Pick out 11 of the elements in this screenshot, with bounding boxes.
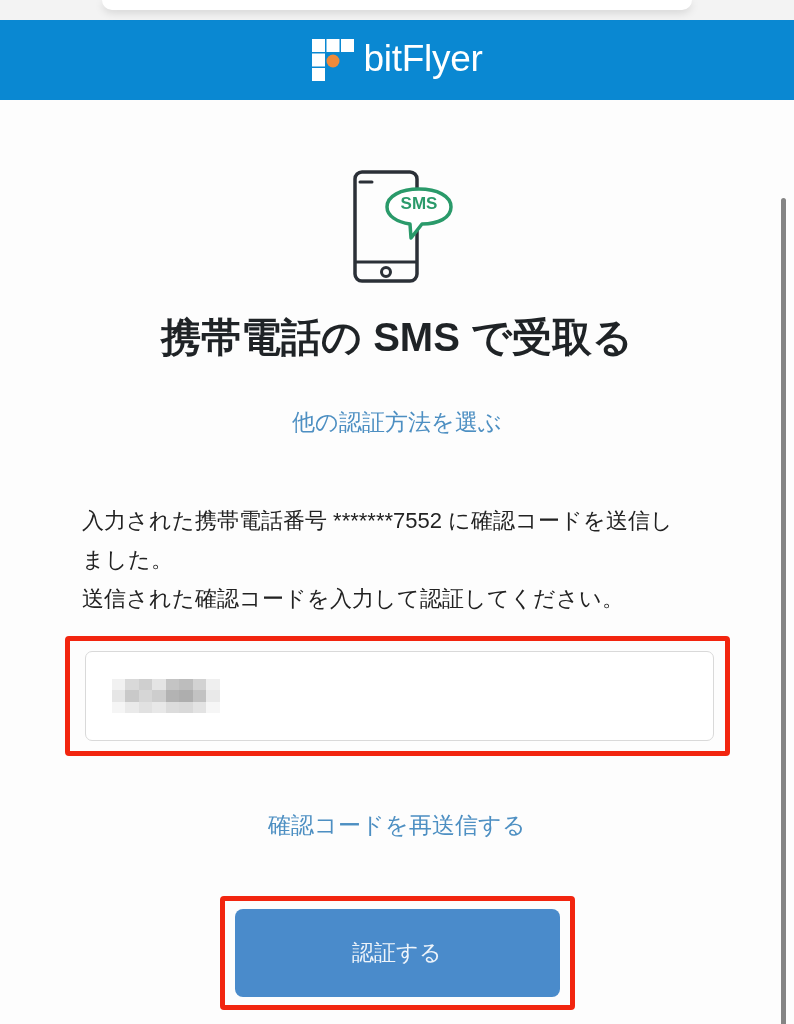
logo-icon xyxy=(311,38,354,82)
code-input[interactable] xyxy=(84,651,714,741)
logo-text: bitFlyer xyxy=(363,37,483,81)
other-method-link[interactable]: 他の認証方法を選ぶ xyxy=(292,407,502,437)
instruction-text: 入力された携帯電話番号 *******7552 に確認コードを送信しました。 xyxy=(82,507,675,574)
resend-code-link[interactable]: 確認コードを再送信する xyxy=(268,810,526,840)
verify-button[interactable]: 認証する xyxy=(234,909,560,997)
bubble-label: SMS xyxy=(399,193,439,215)
page-title: 携帯電話の SMS で受取る xyxy=(161,314,633,361)
instruction-text: 送信された確認コードを入力して認証してください。 xyxy=(82,585,625,613)
speech-bubble-icon xyxy=(385,187,453,240)
